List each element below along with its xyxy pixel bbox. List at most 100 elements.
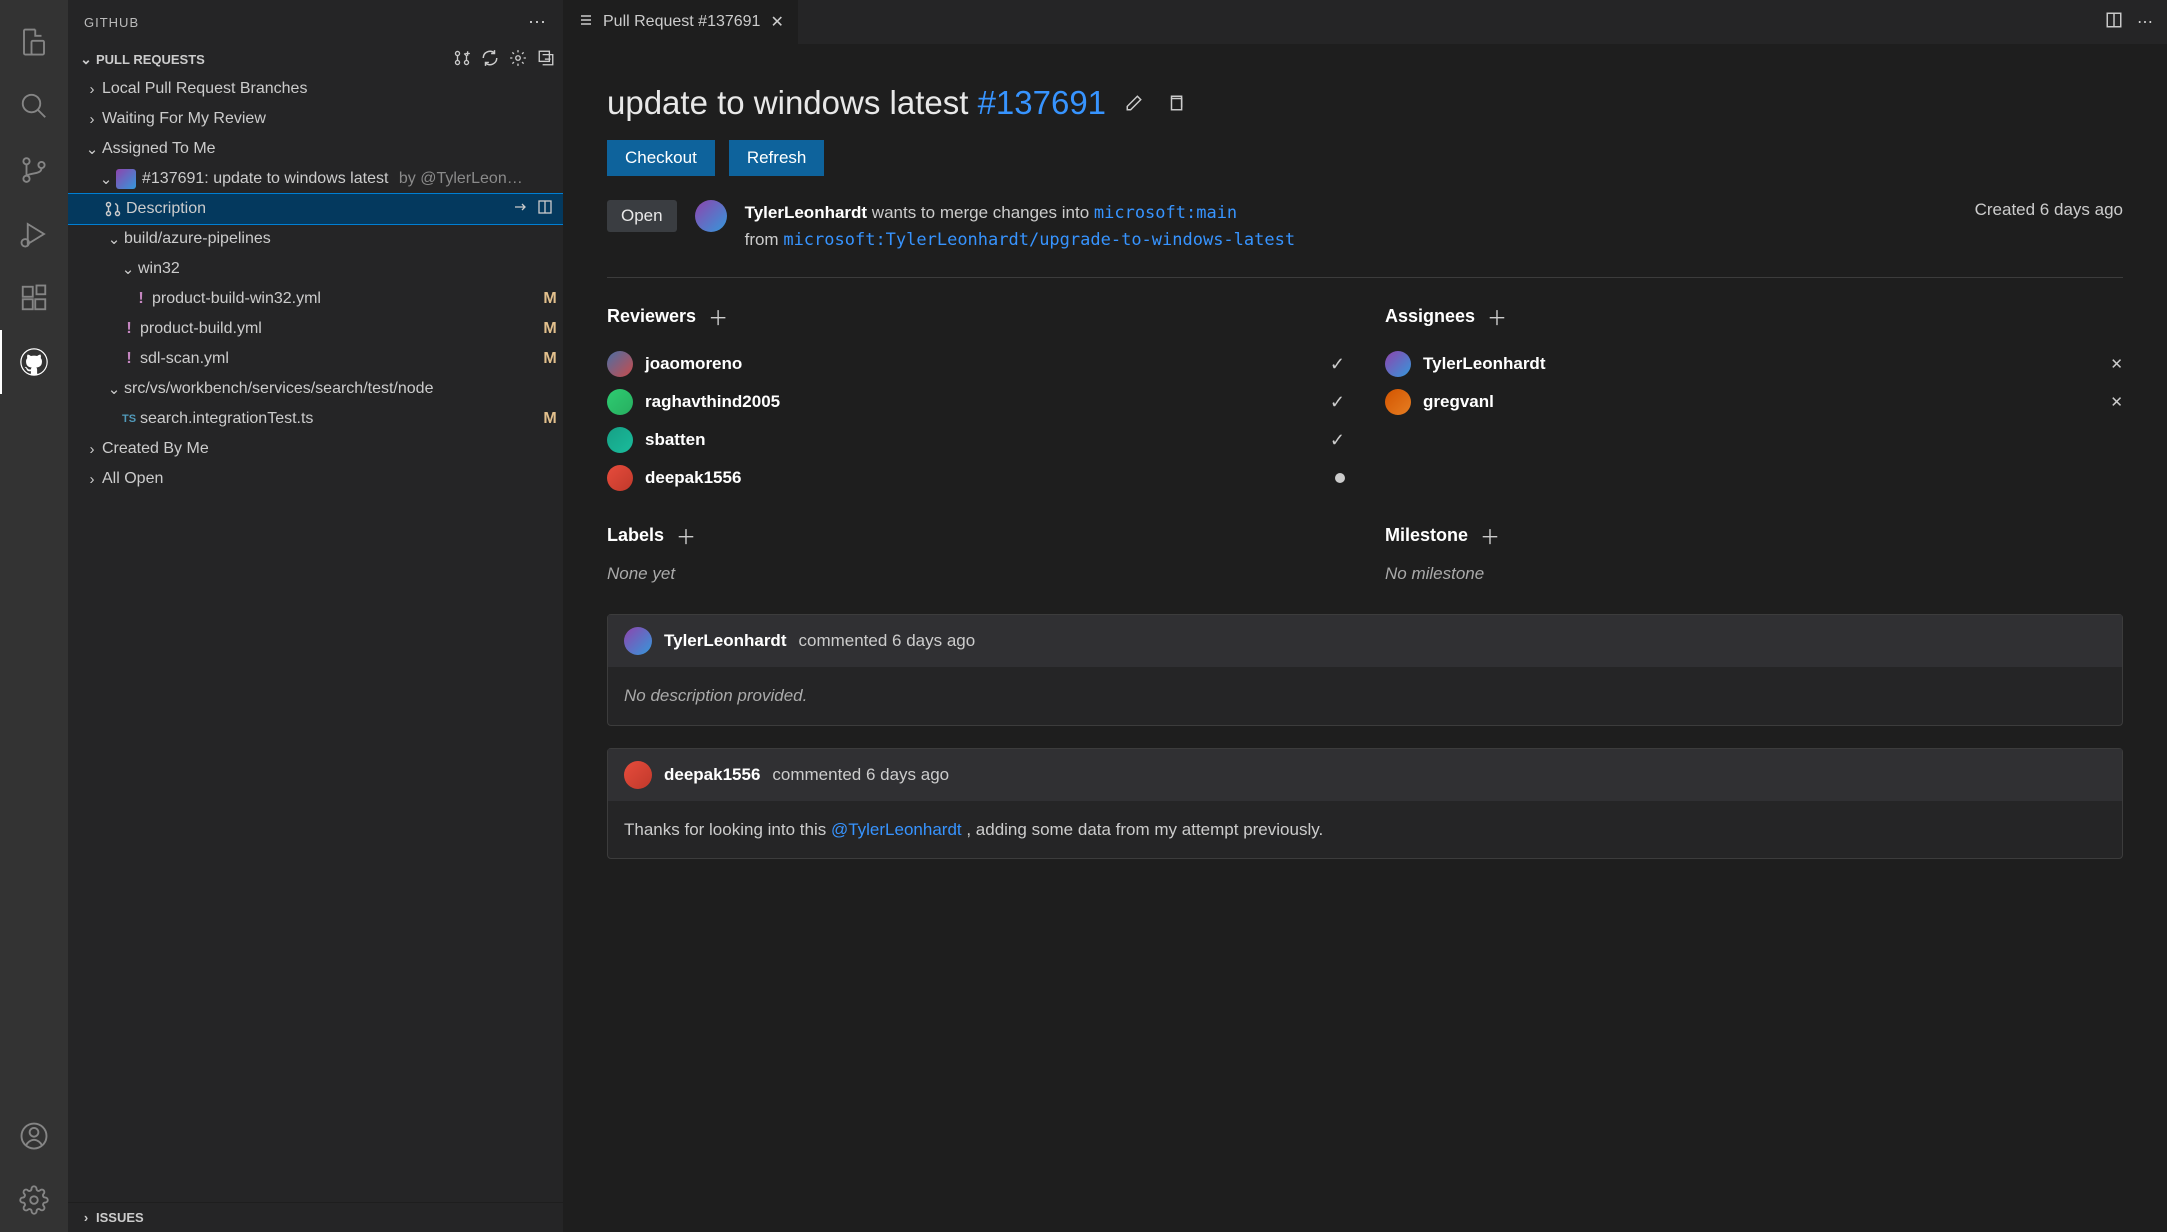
folder-src[interactable]: ⌄ src/vs/workbench/services/search/test/… — [68, 374, 563, 404]
yml-file-icon: ! — [118, 320, 140, 338]
chevron-down-icon: ⌄ — [76, 51, 96, 68]
sidebar-header: GITHUB ⋯ — [68, 0, 563, 44]
pr-number: #137691 — [978, 84, 1106, 121]
chevron-down-icon: ⌄ — [104, 230, 124, 248]
extensions-icon[interactable] — [0, 266, 68, 330]
milestone-section: Milestone ＋ No milestone — [1385, 521, 2123, 584]
file-search-test[interactable]: TS search.integrationTest.ts M — [68, 404, 563, 434]
run-debug-icon[interactable] — [0, 202, 68, 266]
assignees-section: Assignees ＋ TylerLeonhardt ✕ gregvanl ✕ — [1385, 302, 2123, 497]
remove-icon[interactable]: ✕ — [2110, 355, 2123, 373]
group-created-by-me[interactable]: › Created By Me — [68, 434, 563, 464]
tab-bar: Pull Request #137691 ✕ ⋯ — [563, 0, 2167, 44]
modified-badge: M — [537, 410, 563, 428]
pending-dot-icon — [1335, 473, 1345, 483]
refresh-icon[interactable] — [481, 49, 499, 70]
reviewer-row: deepak1556 — [607, 459, 1345, 497]
checkout-button[interactable]: Checkout — [607, 140, 715, 176]
reviewer-row: joaomoreno ✓ — [607, 345, 1345, 383]
file-product-build[interactable]: ! product-build.yml M — [68, 314, 563, 344]
explorer-icon[interactable] — [0, 10, 68, 74]
check-icon: ✓ — [1330, 430, 1345, 451]
edit-icon[interactable] — [1120, 89, 1148, 117]
avatar — [1385, 389, 1411, 415]
avatar — [1385, 351, 1411, 377]
reviewer-row: sbatten ✓ — [607, 421, 1345, 459]
more-icon[interactable]: ⋯ — [528, 12, 547, 33]
create-pr-icon[interactable] — [453, 49, 471, 70]
reviewer-row: raghavthind2005 ✓ — [607, 383, 1345, 421]
tab-label: Pull Request #137691 — [603, 13, 760, 31]
group-assigned[interactable]: ⌄ Assigned To Me — [68, 134, 563, 164]
chevron-down-icon: ⌄ — [118, 260, 138, 278]
merge-text: TylerLeonhardt wants to merge changes in… — [745, 200, 1957, 253]
refresh-button[interactable]: Refresh — [729, 140, 825, 176]
github-icon[interactable] — [0, 330, 68, 394]
chevron-down-icon: ⌄ — [82, 140, 102, 158]
pr-title: update to windows latest #137691 — [607, 84, 1106, 122]
file-product-build-win32[interactable]: ! product-build-win32.yml M — [68, 284, 563, 314]
timeline-item: TylerLeonhardt commented 6 days ago No d… — [607, 614, 2123, 726]
file-sdl-scan[interactable]: ! sdl-scan.yml M — [68, 344, 563, 374]
avatar — [607, 427, 633, 453]
modified-badge: M — [537, 320, 563, 338]
folder-win32[interactable]: ⌄ win32 — [68, 254, 563, 284]
avatar — [116, 169, 136, 189]
add-label-icon[interactable]: ＋ — [676, 521, 696, 550]
labels-section: Labels ＋ None yet — [607, 521, 1345, 584]
pr-tree: › Local Pull Request Branches › Waiting … — [68, 74, 563, 1202]
avatar — [624, 627, 652, 655]
sidebar-title: GITHUB — [84, 15, 528, 30]
open-icon[interactable] — [513, 199, 529, 220]
split-editor-icon[interactable] — [2105, 11, 2123, 34]
add-milestone-icon[interactable]: ＋ — [1480, 521, 1500, 550]
check-icon: ✓ — [1330, 392, 1345, 413]
remove-icon[interactable]: ✕ — [2110, 393, 2123, 411]
editor-area: Pull Request #137691 ✕ ⋯ update to windo… — [563, 0, 2167, 1232]
group-all-open[interactable]: › All Open — [68, 464, 563, 494]
tab-pr[interactable]: Pull Request #137691 ✕ — [563, 0, 799, 44]
git-pull-request-icon — [104, 200, 126, 218]
group-waiting-review[interactable]: › Waiting For My Review — [68, 104, 563, 134]
check-icon: ✓ — [1330, 354, 1345, 375]
modified-badge: M — [537, 350, 563, 368]
section-pull-requests[interactable]: ⌄ PULL REQUESTS — [68, 44, 563, 74]
source-control-icon[interactable] — [0, 138, 68, 202]
section-issues[interactable]: › ISSUES — [68, 1202, 563, 1232]
group-local-branches[interactable]: › Local Pull Request Branches — [68, 74, 563, 104]
reviewers-section: Reviewers ＋ joaomoreno ✓ raghavthind2005… — [607, 302, 1345, 497]
chevron-right-icon: › — [82, 111, 102, 128]
pr-view: update to windows latest #137691 Checkou… — [563, 44, 2167, 1232]
yml-file-icon: ! — [130, 290, 152, 308]
sidebar: GITHUB ⋯ ⌄ PULL REQUESTS › Local Pull Re… — [68, 0, 563, 1232]
mention[interactable]: @TylerLeonhardt — [831, 820, 962, 839]
pr-description[interactable]: Description — [68, 194, 563, 224]
assignee-row: TylerLeonhardt ✕ — [1385, 345, 2123, 383]
avatar — [695, 200, 727, 232]
folder-build[interactable]: ⌄ build/azure-pipelines — [68, 224, 563, 254]
search-icon[interactable] — [0, 74, 68, 138]
chevron-right-icon: › — [82, 471, 102, 488]
chevron-right-icon: › — [82, 81, 102, 98]
settings-gear-icon[interactable] — [0, 1168, 68, 1232]
activity-bar — [0, 0, 68, 1232]
copy-icon[interactable] — [1162, 89, 1190, 117]
account-icon[interactable] — [0, 1104, 68, 1168]
assignee-row: gregvanl ✕ — [1385, 383, 2123, 421]
avatar — [624, 761, 652, 789]
gear-icon[interactable] — [509, 49, 527, 70]
add-reviewer-icon[interactable]: ＋ — [708, 302, 728, 331]
list-icon — [577, 12, 593, 33]
add-assignee-icon[interactable]: ＋ — [1487, 302, 1507, 331]
ts-file-icon: TS — [118, 413, 140, 425]
split-editor-icon[interactable] — [537, 199, 553, 220]
timeline-item: deepak1556 commented 6 days ago Thanks f… — [607, 748, 2123, 860]
close-icon[interactable]: ✕ — [770, 12, 783, 32]
more-icon[interactable]: ⋯ — [2137, 12, 2153, 32]
collapse-all-icon[interactable] — [537, 49, 555, 70]
avatar — [607, 389, 633, 415]
created-label: Created 6 days ago — [1975, 200, 2123, 220]
modified-badge: M — [537, 290, 563, 308]
chevron-down-icon: ⌄ — [104, 380, 124, 398]
pr-item[interactable]: ⌄ #137691: update to windows latest by @… — [68, 164, 563, 194]
